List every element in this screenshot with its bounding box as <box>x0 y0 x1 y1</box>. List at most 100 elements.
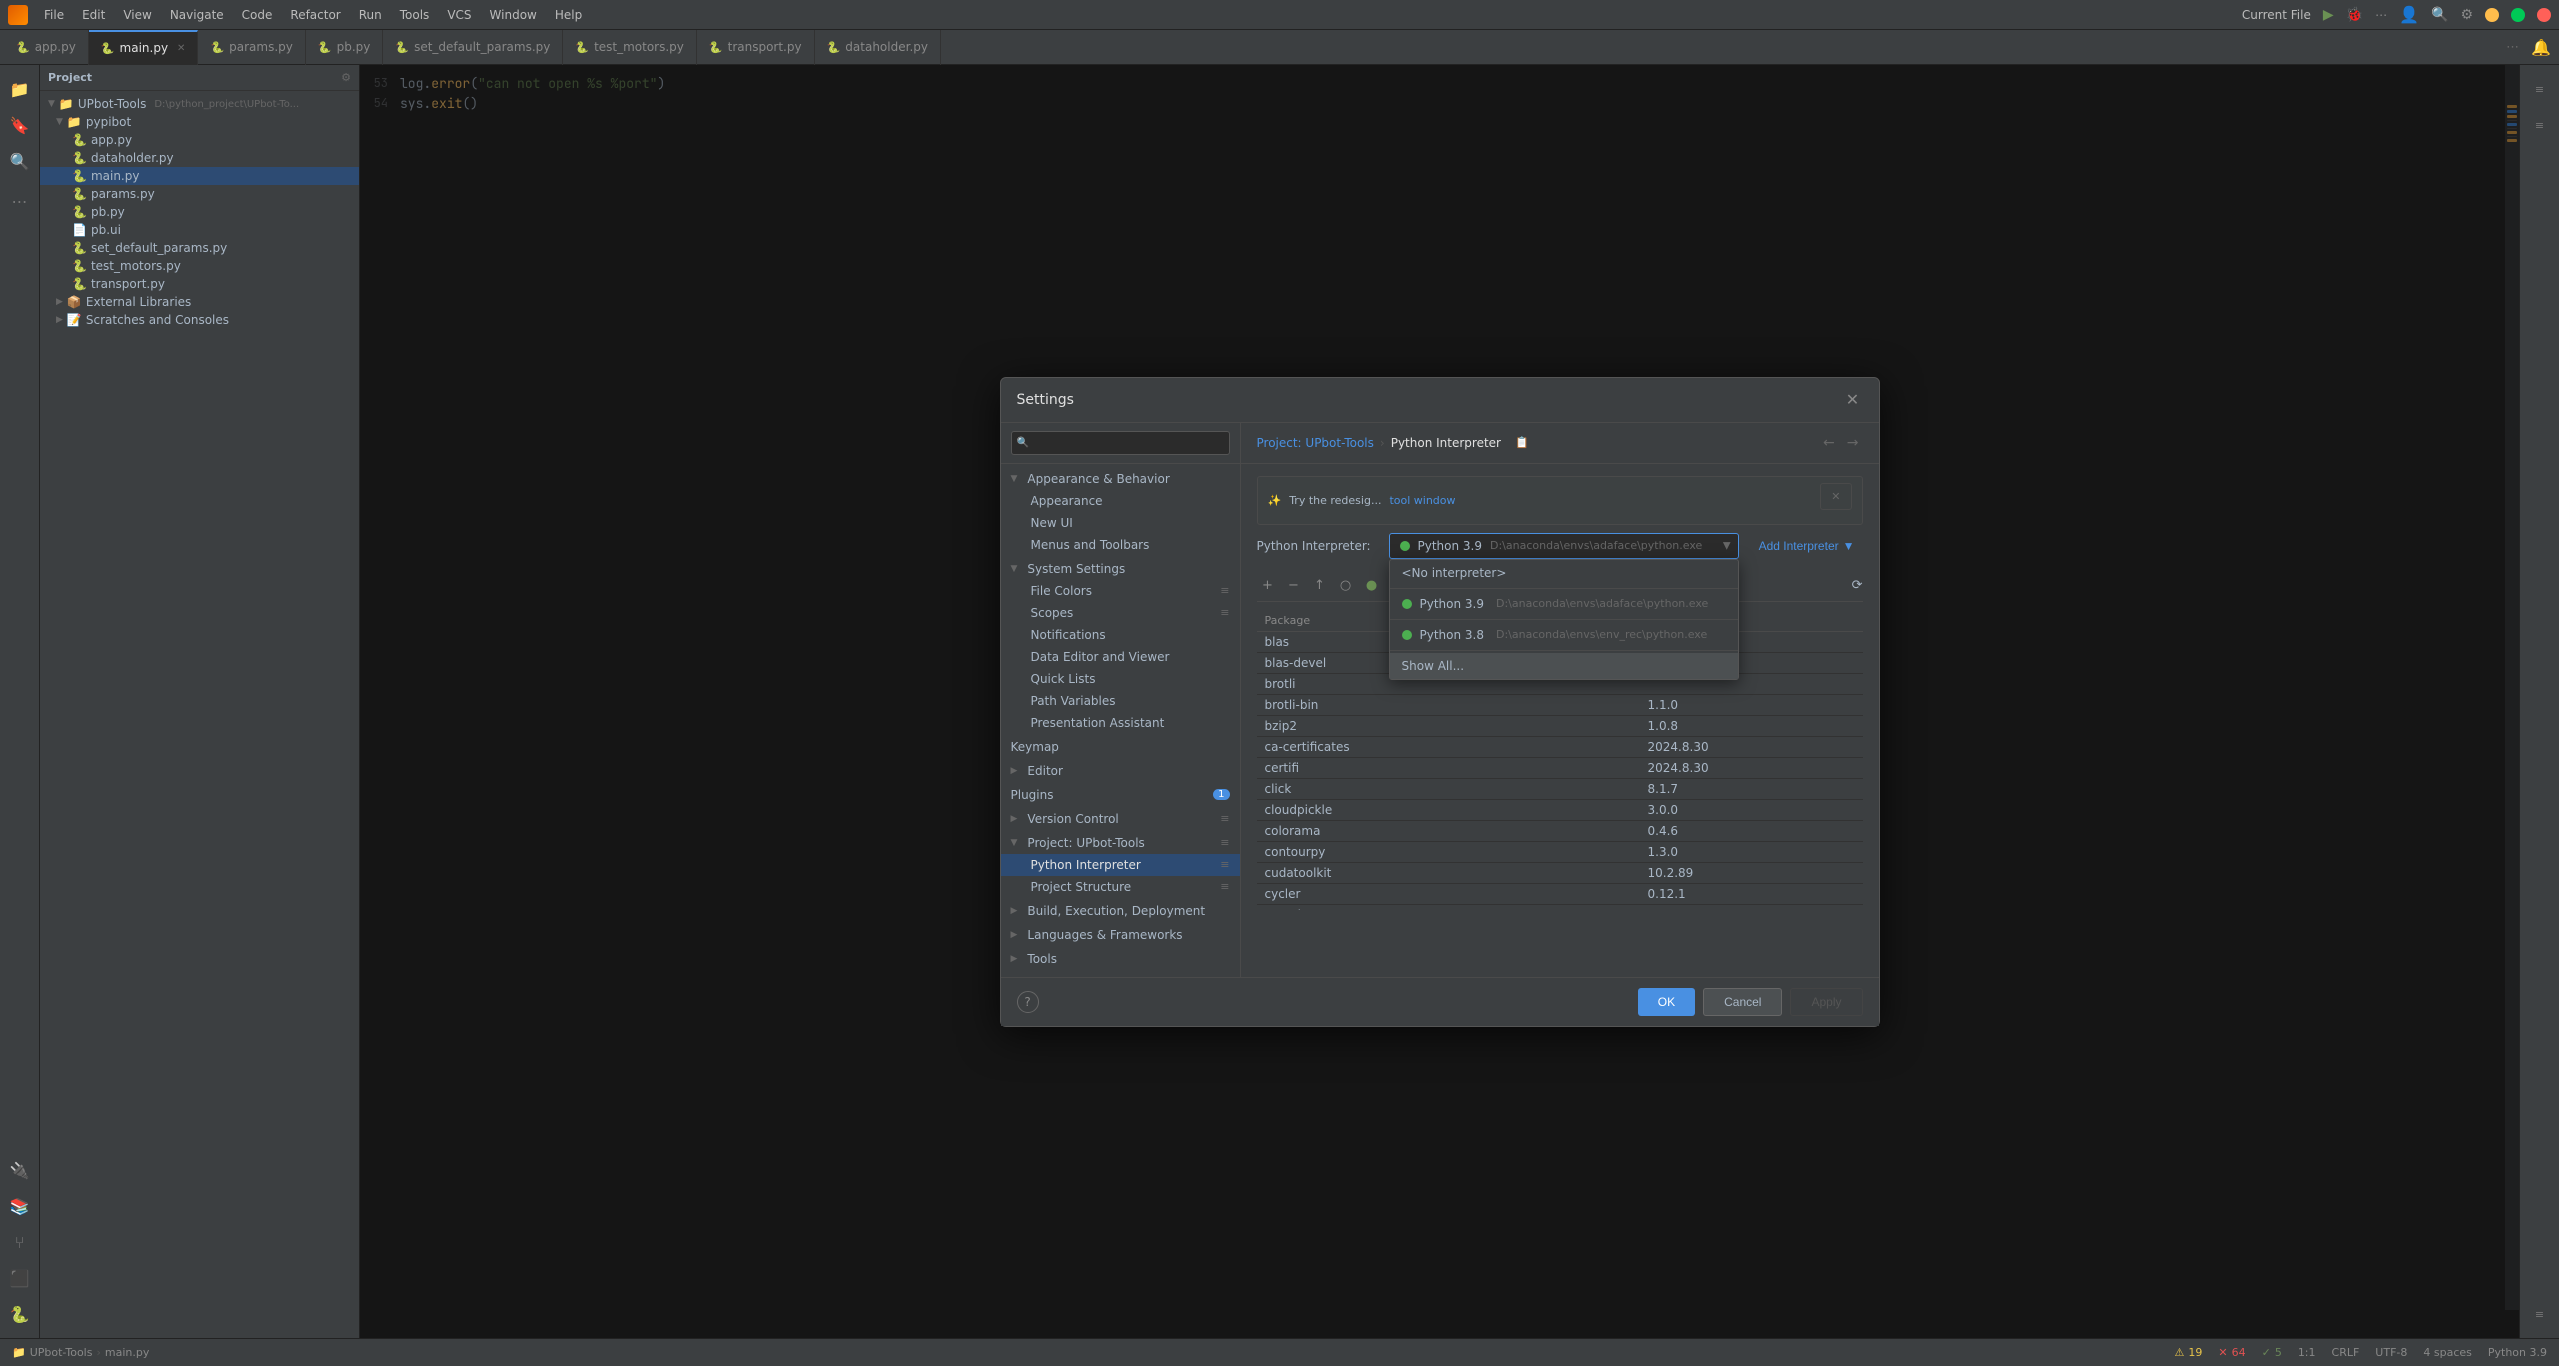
tab-dataholder[interactable]: 🐍 dataholder.py <box>815 30 941 65</box>
breadcrumb-back-btn[interactable]: ← <box>1819 433 1839 453</box>
run-button[interactable]: ▶ <box>2323 7 2334 23</box>
tab-test-motors[interactable]: 🐍 test_motors.py <box>563 30 697 65</box>
menu-help[interactable]: Help <box>547 6 590 24</box>
menu-vcs[interactable]: VCS <box>439 6 479 24</box>
more-actions[interactable]: ⋯ <box>2375 8 2387 22</box>
nav-item-new-ui[interactable]: New UI <box>1001 512 1240 534</box>
settings-search-input[interactable] <box>1011 431 1230 455</box>
status-errors[interactable]: ✕ 64 <box>2218 1346 2245 1359</box>
nav-item-path-variables[interactable]: Path Variables <box>1001 690 1240 712</box>
notifications-icon[interactable]: 🔔 <box>2531 38 2559 57</box>
panel-settings[interactable]: ⚙ <box>341 71 351 84</box>
dialog-close-button[interactable]: ✕ <box>1843 390 1863 410</box>
tab-params-py[interactable]: 🐍 params.py <box>198 30 305 65</box>
menu-navigate[interactable]: Navigate <box>162 6 232 24</box>
nav-item-notifications[interactable]: Notifications <box>1001 624 1240 646</box>
nav-group-header-tools[interactable]: ▶ Tools <box>1001 948 1240 970</box>
sidebar-icon-project[interactable]: 📁 <box>4 73 36 105</box>
nav-item-file-colors[interactable]: File Colors ≡ <box>1001 580 1240 602</box>
right-icon-1[interactable]: ≡ <box>2524 73 2556 105</box>
tab-main-py[interactable]: 🐍 main.py ✕ <box>89 30 199 65</box>
add-interpreter-button[interactable]: Add Interpreter ▼ <box>1751 535 1863 557</box>
table-row[interactable]: certifi 2024.8.30 <box>1257 757 1863 778</box>
dropdown-no-interpreter[interactable]: <No interpreter> <box>1390 560 1738 586</box>
nav-item-quick-lists[interactable]: Quick Lists <box>1001 668 1240 690</box>
table-row[interactable]: bzip2 1.0.8 <box>1257 715 1863 736</box>
menu-tools[interactable]: Tools <box>392 6 438 24</box>
menu-edit[interactable]: Edit <box>74 6 113 24</box>
tab-pb-py[interactable]: 🐍 pb.py <box>306 30 383 65</box>
table-row[interactable]: cudatoolkit 10.2.89 <box>1257 862 1863 883</box>
nav-group-header-plugins[interactable]: Plugins 1 <box>1001 784 1240 806</box>
table-row[interactable]: click 8.1.7 <box>1257 778 1863 799</box>
tree-item-app-py[interactable]: 🐍 app.py <box>40 131 359 149</box>
tab-transport[interactable]: 🐍 transport.py <box>697 30 815 65</box>
search-icon[interactable]: 🔍 <box>2431 7 2448 23</box>
menu-window[interactable]: Window <box>482 6 545 24</box>
remove-package-btn[interactable]: − <box>1283 575 1305 597</box>
sidebar-icon-git[interactable]: ⑂ <box>4 1226 36 1258</box>
profile-icon[interactable]: 👤 <box>2399 5 2419 24</box>
tree-item-upbot[interactable]: ▼ 📁 UPbot-Tools D:\python_project\UPbot-… <box>40 95 359 113</box>
nav-group-header-vcs[interactable]: ▶ Version Control ≡ <box>1001 808 1240 830</box>
table-row[interactable]: cloudpickle 3.0.0 <box>1257 799 1863 820</box>
table-row[interactable]: cytoolz 0.12.3 <box>1257 904 1863 910</box>
nav-group-header-system-settings[interactable]: ▼ System Settings <box>1001 558 1240 580</box>
nav-item-scopes[interactable]: Scopes ≡ <box>1001 602 1240 624</box>
sidebar-icon-plugins[interactable]: 🔌 <box>4 1154 36 1186</box>
add-package-btn[interactable]: + <box>1257 575 1279 597</box>
nav-item-menus-toolbars[interactable]: Menus and Toolbars <box>1001 534 1240 556</box>
menu-file[interactable]: File <box>36 6 72 24</box>
tab-app-py[interactable]: 🐍 app.py <box>4 30 89 65</box>
sidebar-icon-python[interactable]: 🐍 <box>4 1298 36 1330</box>
more-tabs-btn[interactable]: ⋯ <box>2506 40 2531 55</box>
dropdown-python38[interactable]: Python 3.8 D:\anaconda\envs\env_rec\pyth… <box>1390 622 1738 648</box>
settings-icon[interactable]: ⚙ <box>2460 7 2473 23</box>
nav-item-presentation-assistant[interactable]: Presentation Assistant <box>1001 712 1240 734</box>
tree-item-pb-ui[interactable]: 📄 pb.ui <box>40 221 359 239</box>
tree-item-main-py[interactable]: 🐍 main.py <box>40 167 359 185</box>
project-selector[interactable]: Current File <box>2242 8 2311 22</box>
nav-group-header-editor[interactable]: ▶ Editor <box>1001 760 1240 782</box>
menu-run[interactable]: Run <box>351 6 390 24</box>
redesign-link[interactable]: tool window <box>1389 494 1455 507</box>
right-icon-3[interactable]: ≡ <box>2524 1298 2556 1330</box>
right-icon-2[interactable]: ≡ <box>2524 109 2556 141</box>
tree-item-dataholder[interactable]: 🐍 dataholder.py <box>40 149 359 167</box>
table-row[interactable]: colorama 0.4.6 <box>1257 820 1863 841</box>
status-ok[interactable]: ✓ 5 <box>2262 1346 2282 1359</box>
redesign-close-btn[interactable]: ✕ <box>1820 483 1851 510</box>
breadcrumb-forward-btn[interactable]: → <box>1843 433 1863 453</box>
ok-button[interactable]: OK <box>1638 988 1695 1016</box>
sidebar-icon-bookmark[interactable]: 🔖 <box>4 109 36 141</box>
menu-code[interactable]: Code <box>234 6 281 24</box>
menu-refactor[interactable]: Refactor <box>282 6 348 24</box>
minimize-button[interactable] <box>2485 8 2499 22</box>
maximize-button[interactable] <box>2511 8 2525 22</box>
menu-view[interactable]: View <box>115 6 159 24</box>
tree-item-params-py[interactable]: 🐍 params.py <box>40 185 359 203</box>
up-btn[interactable]: ↑ <box>1309 575 1331 597</box>
apply-button[interactable]: Apply <box>1790 988 1862 1016</box>
status-indent[interactable]: 4 spaces <box>2423 1346 2472 1359</box>
close-button[interactable] <box>2537 8 2551 22</box>
sidebar-icon-terminal[interactable]: ⬛ <box>4 1262 36 1294</box>
table-row[interactable]: cycler 0.12.1 <box>1257 883 1863 904</box>
table-row[interactable]: ca-certificates 2024.8.30 <box>1257 736 1863 757</box>
toggle-btn[interactable]: ○ <box>1335 575 1357 597</box>
nav-group-header-appearance-behavior[interactable]: ▼ Appearance & Behavior <box>1001 468 1240 490</box>
tab-close-main-py[interactable]: ✕ <box>177 43 185 54</box>
sidebar-icon-find[interactable]: 🔍 <box>4 145 36 177</box>
breadcrumb-copy-icon[interactable]: 📋 <box>1515 436 1529 449</box>
tree-item-set-default[interactable]: 🐍 set_default_params.py <box>40 239 359 257</box>
status-linesep[interactable]: CRLF <box>2332 1346 2360 1359</box>
interpreter-select[interactable]: Python 3.9 D:\anaconda\envs\adaface\pyth… <box>1389 533 1739 559</box>
tab-set-default-params[interactable]: 🐍 set_default_params.py <box>383 30 563 65</box>
nav-group-header-keymap[interactable]: Keymap <box>1001 736 1240 758</box>
tree-item-transport[interactable]: 🐍 transport.py <box>40 275 359 293</box>
tree-item-pypibot[interactable]: ▼ 📁 pypibot <box>40 113 359 131</box>
dropdown-python39[interactable]: Python 3.9 D:\anaconda\envs\adaface\pyth… <box>1390 591 1738 617</box>
tree-item-pb-py[interactable]: 🐍 pb.py <box>40 203 359 221</box>
help-button[interactable]: ? <box>1017 991 1039 1013</box>
sidebar-icon-more[interactable]: ⋯ <box>4 185 36 217</box>
